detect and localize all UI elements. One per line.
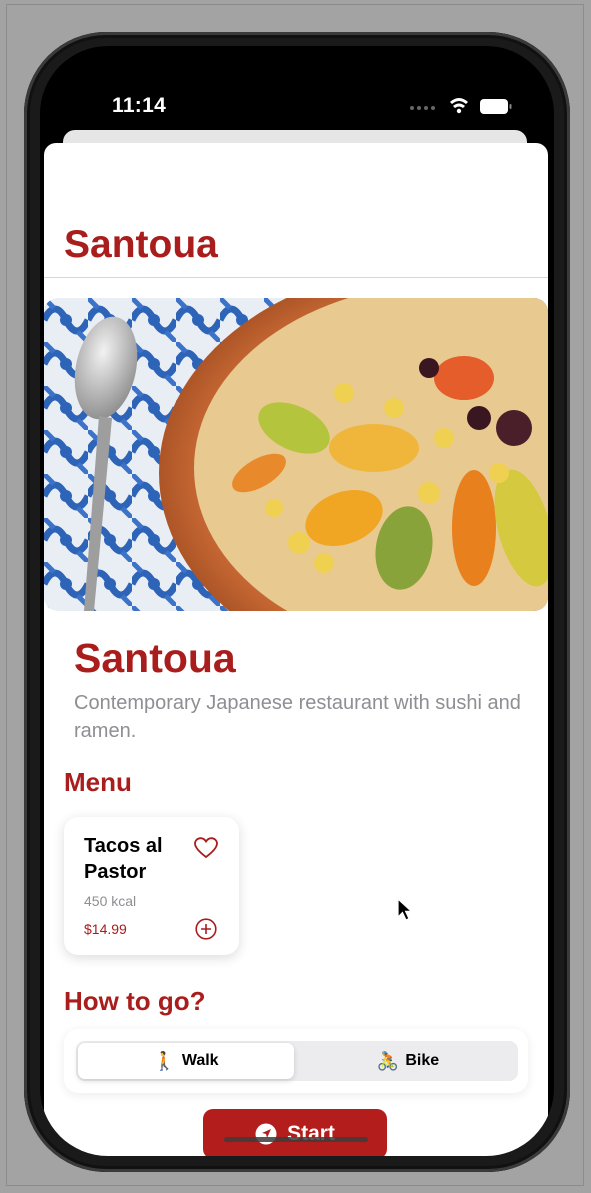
signal-icon xyxy=(410,106,435,110)
phone-screen: 11:14 Santoua Santoua Contemporary Japan… xyxy=(40,46,554,1156)
food-photo xyxy=(44,298,548,611)
directions-section-title: How to go? xyxy=(64,986,206,1016)
nav-title: Santoua xyxy=(64,223,218,266)
travel-mode-segmented-control: 🚶 Walk 🚴 Bike xyxy=(76,1041,518,1081)
home-indicator[interactable] xyxy=(224,1137,368,1142)
menu-item-card[interactable]: Tacos al Pastor 450 kcal $14.99 xyxy=(64,817,239,955)
restaurant-sheet[interactable]: Santoua Santoua Contemporary Japanese re… xyxy=(44,143,548,1156)
start-label: Start xyxy=(287,1122,335,1145)
start-button[interactable]: Start xyxy=(203,1109,387,1156)
walk-segment[interactable]: 🚶 Walk xyxy=(78,1043,294,1079)
favorite-heart-icon[interactable] xyxy=(194,837,218,859)
menu-section-title: Menu xyxy=(64,767,132,797)
bike-segment[interactable]: 🚴 Bike xyxy=(300,1043,516,1079)
travel-mode-card: 🚶 Walk 🚴 Bike xyxy=(64,1029,528,1093)
status-icons xyxy=(410,98,512,114)
menu-item-price: $14.99 xyxy=(84,921,127,937)
walk-label: Walk xyxy=(181,1052,219,1069)
phone-frame: 11:14 Santoua Santoua Contemporary Japan… xyxy=(24,32,570,1172)
restaurant-name: Santoua xyxy=(74,635,236,681)
bike-label: Bike xyxy=(405,1052,440,1069)
restaurant-description: Contemporary Japanese restaurant with su… xyxy=(74,692,521,742)
walking-person-icon: 🚶 xyxy=(153,1050,176,1072)
hero-image xyxy=(44,298,548,611)
mouse-cursor-icon xyxy=(397,898,413,921)
status-time: 11:14 xyxy=(112,94,167,117)
add-item-plus-icon[interactable] xyxy=(195,918,217,940)
wifi-icon xyxy=(450,98,468,114)
menu-item-name: Tacos al Pastor xyxy=(84,835,163,883)
biking-person-icon: 🚴 xyxy=(376,1050,400,1072)
menu-item-calories: 450 kcal xyxy=(84,893,137,909)
nav-divider xyxy=(44,277,548,278)
battery-icon xyxy=(480,99,512,114)
